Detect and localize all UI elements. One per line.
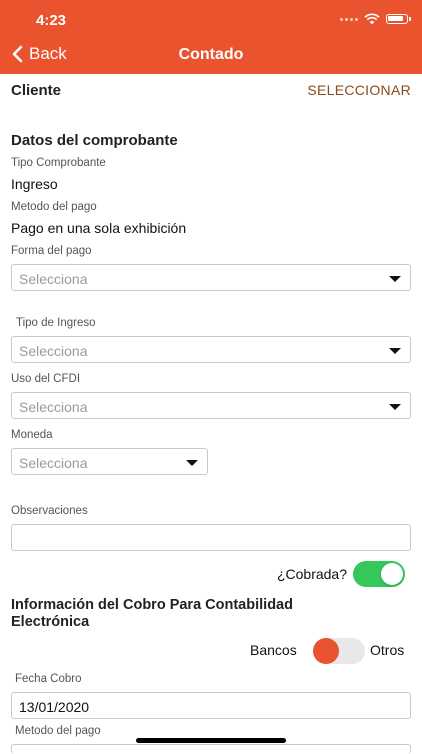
- moneda-placeholder: Selecciona: [19, 455, 88, 471]
- bancos-label: Bancos: [250, 642, 297, 658]
- fecha-cobro-label: Fecha Cobro: [15, 673, 82, 685]
- forma-pago-select[interactable]: Selecciona: [11, 264, 411, 291]
- bancos-otros-toggle[interactable]: [313, 638, 365, 664]
- uso-cfdi-select[interactable]: Selecciona: [11, 392, 411, 419]
- moneda-label: Moneda: [11, 429, 53, 441]
- tipo-ingreso-placeholder: Selecciona: [19, 343, 88, 359]
- cobrada-label: ¿Cobrada?: [276, 566, 347, 582]
- status-icons: [340, 13, 411, 25]
- otros-label: Otros: [370, 642, 405, 658]
- status-time: 4:23: [36, 12, 67, 29]
- tipo-ingreso-label: Tipo de Ingreso: [16, 317, 96, 329]
- cellular-signal-icon: [340, 17, 358, 21]
- tipo-comprobante-label: Tipo Comprobante: [11, 157, 106, 169]
- caret-down-icon: [186, 460, 198, 466]
- toggle-knob: [313, 638, 339, 664]
- cobrada-toggle[interactable]: [353, 561, 405, 587]
- app-header: 4:23 Back Contado: [0, 0, 422, 74]
- comprobante-section-title: Datos del comprobante: [11, 132, 178, 149]
- moneda-select[interactable]: Selecciona: [11, 448, 208, 475]
- observaciones-label: Observaciones: [11, 505, 88, 517]
- metodo-pago-value: Pago en una sola exhibición: [11, 220, 187, 236]
- forma-pago-placeholder: Selecciona: [19, 271, 88, 287]
- fecha-cobro-value: 13/01/2020: [19, 699, 90, 715]
- page-title: Contado: [178, 46, 244, 63]
- metodo-pago-cobro-input[interactable]: [11, 744, 411, 754]
- contabilidad-section-title: Información del Cobro Para Contabilidad …: [11, 597, 293, 630]
- caret-down-icon: [389, 276, 401, 282]
- metodo-pago-label: Metodo del pago: [11, 201, 97, 213]
- metodo-pago-cobro-label: Metodo del pago: [15, 725, 101, 737]
- wifi-icon: [364, 13, 380, 25]
- seleccionar-cliente-button[interactable]: SELECCIONAR: [307, 82, 411, 98]
- battery-icon: [386, 14, 411, 24]
- uso-cfdi-placeholder: Selecciona: [19, 399, 88, 415]
- uso-cfdi-label: Uso del CFDI: [11, 373, 81, 385]
- caret-down-icon: [389, 404, 401, 410]
- forma-pago-label: Forma del pago: [11, 245, 92, 257]
- toggle-knob: [381, 563, 403, 585]
- caret-down-icon: [389, 348, 401, 354]
- home-indicator: [136, 738, 286, 743]
- observaciones-input[interactable]: [11, 524, 411, 551]
- tipo-ingreso-select[interactable]: Selecciona: [11, 336, 411, 363]
- cliente-label: Cliente: [11, 82, 62, 99]
- tipo-comprobante-value: Ingreso: [11, 176, 58, 192]
- fecha-cobro-input[interactable]: 13/01/2020: [11, 692, 411, 719]
